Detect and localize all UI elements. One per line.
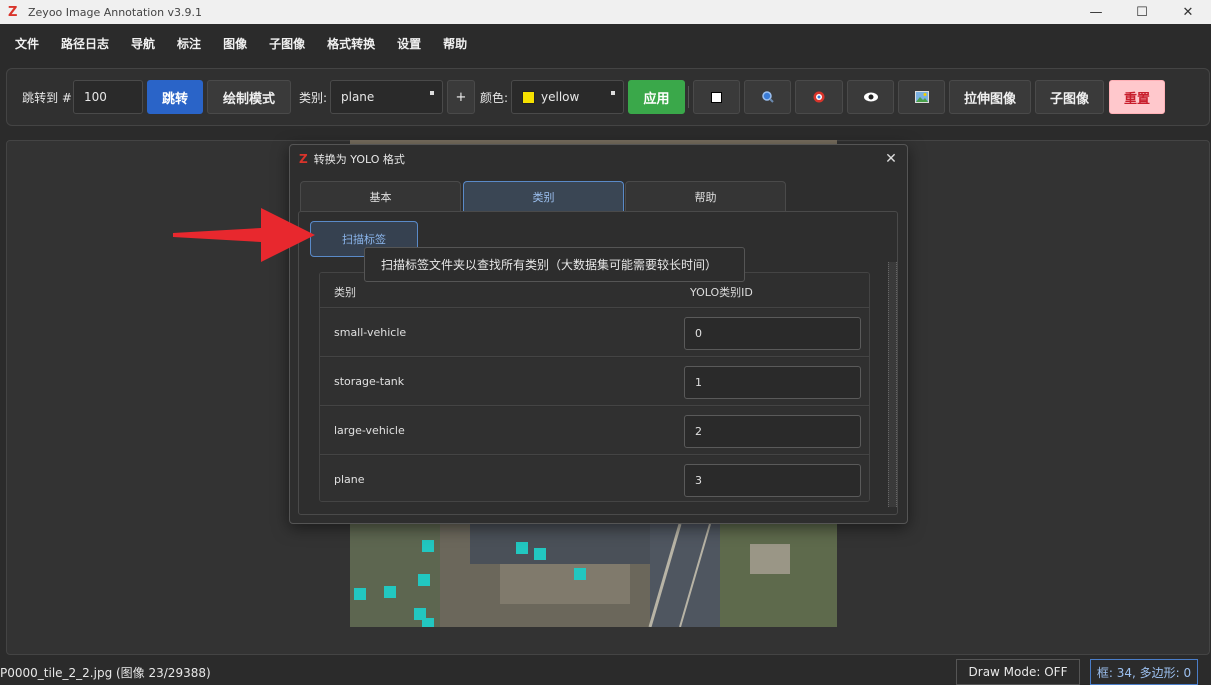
color-swatch bbox=[522, 90, 535, 104]
apply-button[interactable]: 应用 bbox=[628, 80, 685, 114]
target-tool-button[interactable] bbox=[795, 80, 843, 114]
table-scrollbar[interactable] bbox=[888, 262, 897, 507]
table-row: small-vehicle 0 bbox=[320, 309, 869, 357]
aerial-image[interactable] bbox=[350, 524, 837, 627]
rectangle-tool-button[interactable] bbox=[693, 80, 740, 114]
menu-format-convert[interactable]: 格式转换 bbox=[316, 35, 386, 52]
yolo-id-field[interactable]: 1 bbox=[684, 366, 861, 399]
app-logo-icon: Z bbox=[8, 4, 18, 20]
menu-help[interactable]: 帮助 bbox=[432, 35, 478, 52]
tab-basic[interactable]: 基本 bbox=[300, 181, 461, 211]
category-name: storage-tank bbox=[334, 375, 405, 388]
jump-input[interactable]: 100 bbox=[73, 80, 143, 114]
color-label: 颜色: bbox=[479, 90, 509, 105]
menu-bar: 文件 路径日志 导航 标注 图像 子图像 格式转换 设置 帮助 bbox=[0, 24, 1211, 62]
menu-annotate[interactable]: 标注 bbox=[166, 35, 212, 52]
jump-button[interactable]: 跳转 bbox=[147, 80, 203, 114]
status-file-info: P0000_tile_2_2.jpg (图像 23/29388) bbox=[0, 666, 211, 680]
tab-help[interactable]: 帮助 bbox=[625, 181, 786, 211]
color-combo[interactable]: yellow bbox=[511, 80, 624, 114]
maximize-button[interactable]: ☐ bbox=[1119, 0, 1165, 24]
close-window-button[interactable]: ✕ bbox=[1165, 0, 1211, 24]
annotation-marker[interactable] bbox=[534, 548, 546, 560]
image-view-button[interactable] bbox=[898, 80, 945, 114]
scan-labels-tooltip: 扫描标签文件夹以查找所有类别（大数据集可能需要较长时间） bbox=[364, 247, 745, 282]
menu-subimage[interactable]: 子图像 bbox=[258, 35, 316, 52]
menu-navigate[interactable]: 导航 bbox=[120, 35, 166, 52]
app-logo-icon: Z bbox=[299, 152, 308, 166]
table-row: plane 3 bbox=[320, 456, 869, 501]
category-label: 类别: bbox=[298, 90, 328, 105]
jump-label: 跳转到 # bbox=[22, 90, 72, 105]
reset-button[interactable]: 重置 bbox=[1109, 80, 1165, 114]
red-arrow-icon bbox=[173, 208, 315, 262]
dialog-title: 转换为 YOLO 格式 bbox=[313, 153, 405, 166]
stretch-image-button[interactable]: 拉伸图像 bbox=[949, 80, 1031, 114]
status-bar: P0000_tile_2_2.jpg (图像 23/29388) Draw Mo… bbox=[0, 659, 1211, 685]
annotation-marker[interactable] bbox=[384, 586, 396, 598]
category-value: plane bbox=[341, 90, 375, 104]
picture-icon bbox=[914, 91, 929, 103]
yolo-id-field[interactable]: 2 bbox=[684, 415, 861, 448]
category-name: plane bbox=[334, 473, 365, 486]
target-icon bbox=[813, 91, 825, 103]
visibility-button[interactable] bbox=[847, 80, 894, 114]
minimize-button[interactable]: — bbox=[1073, 0, 1119, 24]
add-category-button[interactable]: + bbox=[447, 80, 475, 114]
category-table: 类别 YOLO类别ID small-vehicle 0 storage-tank… bbox=[319, 272, 870, 502]
annotation-marker[interactable] bbox=[418, 574, 430, 586]
annotation-marker[interactable] bbox=[574, 568, 586, 580]
table-row: storage-tank 1 bbox=[320, 358, 869, 406]
chevron-down-icon bbox=[430, 91, 434, 95]
yolo-convert-dialog: Z 转换为 YOLO 格式 ✕ 基本 类别 帮助 扫描标签 类别 YOLO类别I… bbox=[289, 144, 908, 524]
menu-settings[interactable]: 设置 bbox=[386, 35, 432, 52]
chevron-down-icon bbox=[611, 91, 615, 95]
draw-mode-button[interactable]: 绘制模式 bbox=[207, 80, 291, 114]
annotation-marker[interactable] bbox=[422, 618, 434, 627]
annotation-marker[interactable] bbox=[422, 540, 434, 552]
table-row: large-vehicle 2 bbox=[320, 407, 869, 455]
dialog-close-button[interactable]: ✕ bbox=[881, 149, 901, 169]
menu-path-log[interactable]: 路径日志 bbox=[50, 35, 120, 52]
category-name: large-vehicle bbox=[334, 424, 405, 437]
toolbar: 跳转到 # 100 跳转 绘制模式 类别: plane + 颜色: yellow… bbox=[6, 68, 1210, 126]
toolbar-divider bbox=[688, 86, 689, 108]
title-bar: Z Zeyoo Image Annotation v3.9.1 — ☐ ✕ bbox=[0, 0, 1211, 24]
menu-image[interactable]: 图像 bbox=[212, 35, 258, 52]
dialog-title-bar: Z 转换为 YOLO 格式 ✕ bbox=[290, 145, 907, 173]
status-draw-mode: Draw Mode: OFF bbox=[956, 659, 1080, 685]
column-header-yolo-id: YOLO类别ID bbox=[690, 286, 753, 299]
tab-categories[interactable]: 类别 bbox=[463, 181, 624, 211]
window-title: Zeyoo Image Annotation v3.9.1 bbox=[28, 5, 203, 19]
status-counts: 框: 34, 多边形: 0 bbox=[1090, 659, 1198, 685]
column-header-category: 类别 bbox=[334, 286, 356, 299]
magnifier-icon bbox=[761, 91, 774, 103]
menu-file[interactable]: 文件 bbox=[4, 35, 50, 52]
yolo-id-field[interactable]: 3 bbox=[684, 464, 861, 497]
annotation-marker[interactable] bbox=[354, 588, 366, 600]
square-icon bbox=[711, 91, 722, 103]
annotation-marker[interactable] bbox=[516, 542, 528, 554]
eye-icon bbox=[863, 92, 878, 102]
zoom-tool-button[interactable] bbox=[744, 80, 791, 114]
yolo-id-field[interactable]: 0 bbox=[684, 317, 861, 350]
color-value: yellow bbox=[541, 90, 580, 104]
category-name: small-vehicle bbox=[334, 326, 407, 339]
subimage-button[interactable]: 子图像 bbox=[1035, 80, 1104, 114]
category-combo[interactable]: plane bbox=[330, 80, 443, 114]
